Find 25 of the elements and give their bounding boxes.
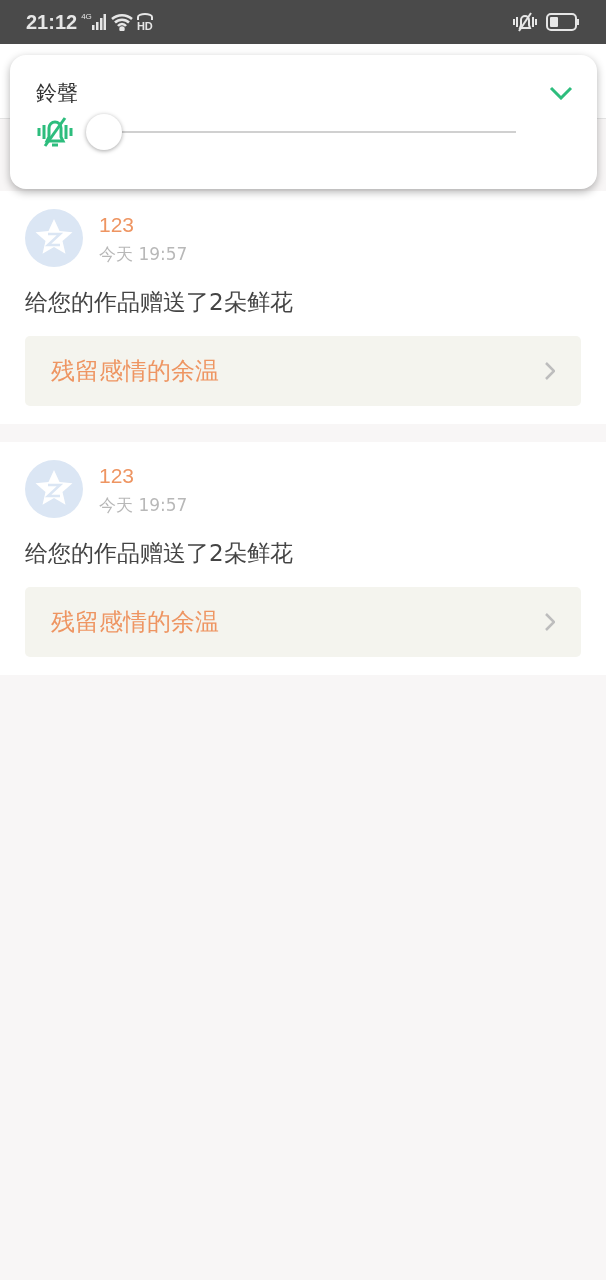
signal-icon [91,14,106,30]
chevron-right-icon [545,613,555,631]
phone-icon [136,13,153,21]
notification-message: 给您的作品赠送了2朵鲜花 [25,539,294,568]
status-time: 21:12 [26,10,78,34]
avatar-icon [25,209,83,267]
avatar-icon [25,460,83,518]
slider-thumb[interactable] [86,114,122,150]
work-link[interactable]: 残留感情的余温 [25,587,581,657]
volume-slider[interactable] [86,113,516,151]
hd-label: HD [136,21,153,31]
network-label: 4G [81,12,92,21]
wifi-icon [110,13,133,31]
user-name[interactable]: 123 [99,464,188,488]
vibrate-muted-icon [512,11,538,33]
panel-title: 鈴聲 [36,80,78,107]
chevron-down-icon[interactable] [549,86,573,100]
notification-message: 给您的作品赠送了2朵鲜花 [25,288,294,317]
timestamp: 今天 19:57 [99,494,188,517]
battery-icon [546,13,580,31]
user-name[interactable]: 123 [99,213,188,237]
work-link[interactable]: 残留感情的余温 [25,336,581,406]
chevron-right-icon [545,362,555,380]
timestamp: 今天 19:57 [99,243,188,266]
muted-bell-icon[interactable] [36,115,74,149]
